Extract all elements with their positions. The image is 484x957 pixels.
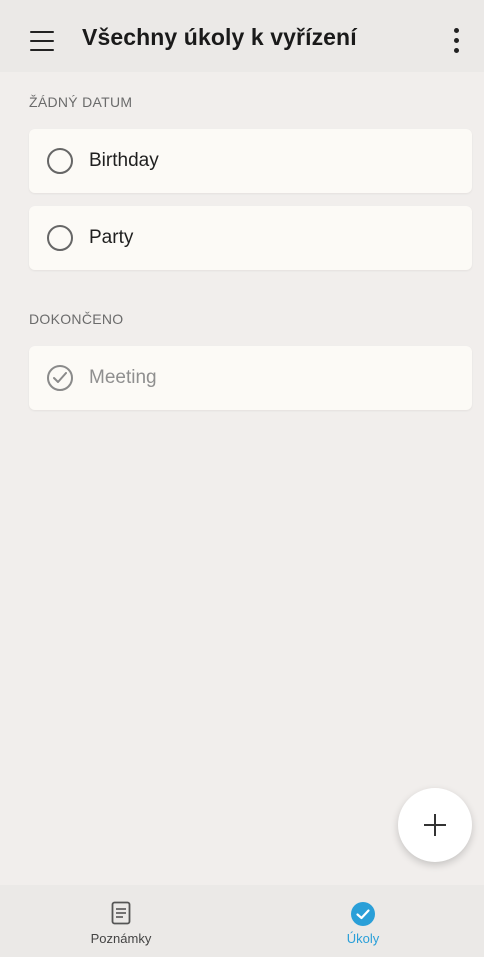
nav-label-tasks: Úkoly	[346, 931, 380, 946]
page-title: Všechny úkoly k vyřízení	[82, 24, 357, 50]
section-header-no-date: ŽÁDNÝ DATUM	[29, 94, 133, 110]
hamburger-menu-icon[interactable]	[22, 22, 62, 62]
task-checkbox-empty-icon[interactable]	[47, 148, 73, 174]
section-header-completed: DOKONČENO	[29, 311, 124, 327]
tasks-check-icon	[351, 902, 375, 926]
task-item[interactable]: Birthday	[29, 129, 472, 193]
check-icon	[53, 372, 67, 383]
more-options-icon[interactable]	[444, 22, 468, 62]
notes-icon	[111, 901, 131, 925]
task-label: Meeting	[89, 367, 157, 388]
nav-item-tasks[interactable]: Úkoly	[242, 885, 484, 957]
add-task-button[interactable]	[398, 788, 472, 862]
nav-item-notes[interactable]: Poznámky	[0, 885, 242, 957]
nav-label-notes: Poznámky	[90, 931, 152, 946]
task-checkbox-empty-icon[interactable]	[47, 225, 73, 251]
top-app-bar: Všechny úkoly k vyřízení	[0, 0, 484, 72]
task-checkbox-checked-icon[interactable]	[47, 365, 73, 391]
task-label: Party	[89, 227, 134, 248]
task-item-completed[interactable]: Meeting	[29, 346, 472, 410]
task-item[interactable]: Party	[29, 206, 472, 270]
task-label: Birthday	[89, 150, 159, 171]
bottom-navigation: Poznámky Úkoly	[0, 885, 484, 957]
